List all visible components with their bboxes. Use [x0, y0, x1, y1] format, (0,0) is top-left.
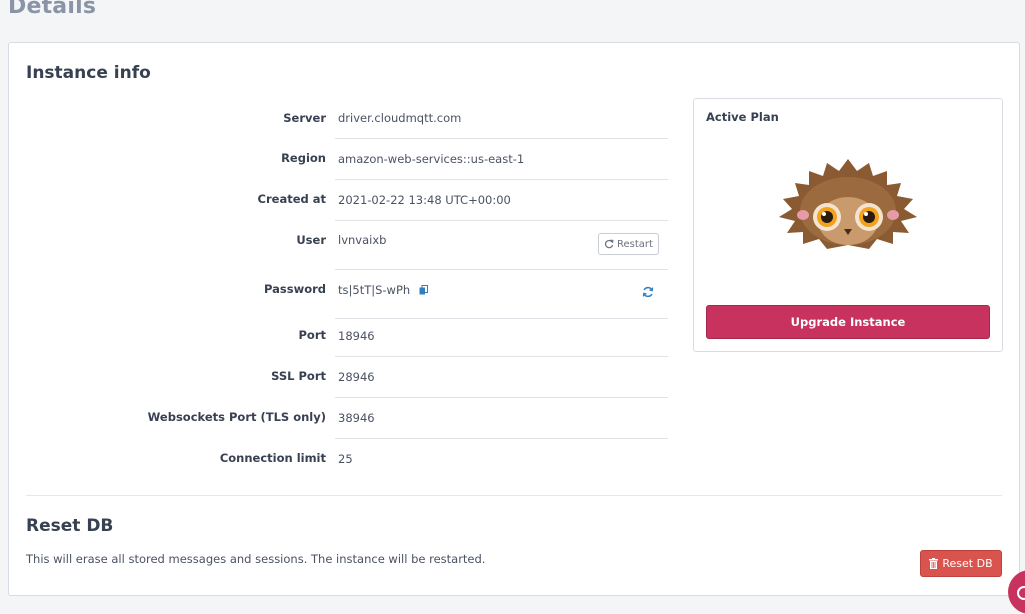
active-plan-title: Active Plan — [706, 110, 779, 124]
server-label: Server — [283, 111, 326, 125]
port-label: Port — [298, 328, 327, 342]
row-divider — [335, 438, 668, 439]
refresh-icon — [604, 239, 614, 249]
ssl-port-label: SSL Port — [271, 369, 326, 383]
trash-icon — [929, 558, 939, 569]
restart-button-label: Restart — [617, 238, 653, 250]
upgrade-instance-button[interactable]: Upgrade Instance — [706, 305, 990, 339]
server-value: driver.cloudmqtt.com — [338, 111, 462, 125]
reset-db-title: Reset DB — [26, 516, 114, 536]
region-value: amazon-web-services::us-east-1 — [338, 152, 525, 166]
active-plan-card: Active Plan Upgrade Instance — [693, 98, 1003, 352]
password-label: Password — [264, 282, 326, 296]
row-divider — [335, 269, 668, 270]
port-value: 18946 — [338, 329, 375, 343]
row-divider — [335, 138, 668, 139]
instance-details-card: Instance info Server driver.cloudmqtt.co… — [8, 42, 1020, 596]
reset-db-button[interactable]: Reset DB — [920, 550, 1002, 577]
connection-limit-label: Connection limit — [219, 451, 326, 465]
row-divider — [335, 397, 668, 398]
page-title: Details — [8, 0, 97, 19]
reset-db-description: This will erase all stored messages and … — [26, 552, 486, 566]
connection-limit-value: 25 — [338, 452, 353, 466]
row-divider — [335, 220, 668, 221]
regenerate-password-icon[interactable] — [642, 286, 654, 298]
restart-button[interactable]: Restart — [598, 233, 659, 255]
instance-info-title: Instance info — [26, 63, 151, 83]
websockets-port-label: Websockets Port (TLS only) — [147, 410, 326, 424]
section-divider — [26, 495, 1002, 496]
row-divider — [335, 179, 668, 180]
user-label: User — [296, 233, 326, 247]
reset-db-button-label: Reset DB — [942, 557, 993, 570]
password-value: ts|5tT|S-wPh — [338, 283, 411, 297]
plan-mascot-image — [779, 159, 917, 249]
row-divider — [335, 356, 668, 357]
chat-icon — [1017, 586, 1025, 600]
region-label: Region — [281, 151, 326, 165]
password-value-wrap: ts|5tT|S-wPh — [338, 283, 428, 297]
ssl-port-value: 28946 — [338, 370, 375, 384]
created-at-value: 2021-02-22 13:48 UTC+00:00 — [338, 193, 511, 207]
websockets-port-value: 38946 — [338, 411, 375, 425]
row-divider — [335, 318, 668, 319]
created-at-label: Created at — [257, 192, 326, 206]
user-value: lvnvaixb — [338, 233, 387, 247]
copy-icon[interactable] — [419, 285, 428, 295]
